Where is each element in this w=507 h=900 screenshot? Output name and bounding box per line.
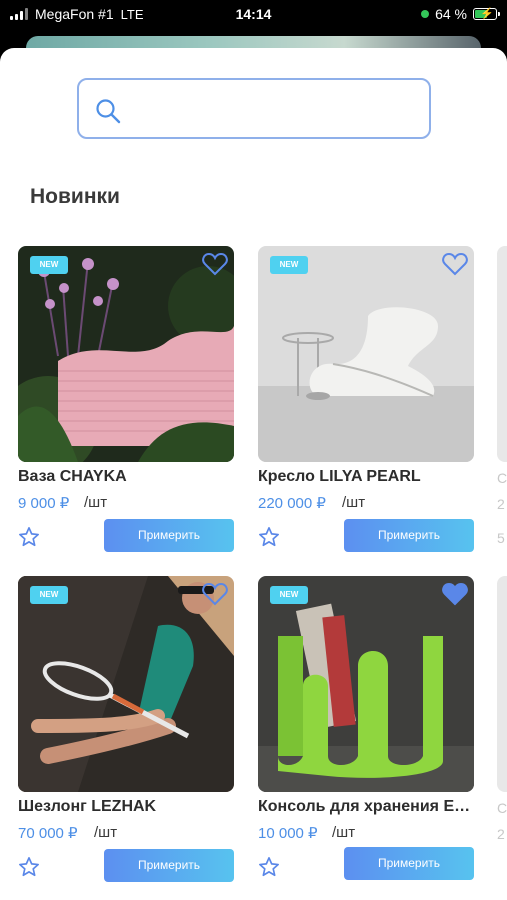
- star-icon[interactable]: [18, 856, 40, 878]
- status-right: 64 % ⚡: [421, 6, 500, 22]
- product-card[interactable]: NEW Шезлонг LEZHAK 70 000 ₽ /шт Примерит…: [18, 576, 234, 886]
- price-unit: /шт: [94, 824, 118, 841]
- chair-photo: [258, 246, 474, 462]
- product-image[interactable]: NEW: [258, 576, 474, 792]
- star-icon[interactable]: [258, 526, 280, 548]
- product-price: 220 000 ₽: [258, 495, 326, 512]
- product-image[interactable]: NEW: [18, 576, 234, 792]
- battery-percent: 64 %: [435, 6, 467, 22]
- location-dot-icon: [421, 10, 430, 18]
- product-image[interactable]: NEW: [18, 246, 234, 462]
- peek-name: С: [497, 800, 507, 816]
- search-icon: [96, 99, 121, 124]
- price-unit: /шт: [342, 494, 366, 511]
- console-photo: [258, 576, 474, 792]
- peek-extra: 5: [497, 530, 505, 546]
- battery-icon: ⚡: [473, 8, 500, 20]
- product-price: 10 000 ₽: [258, 825, 318, 842]
- next-card-peek[interactable]: [497, 246, 507, 462]
- new-badge: NEW: [30, 586, 68, 604]
- search-input[interactable]: [135, 90, 415, 130]
- status-bar: MegaFon #1 LTE 14:14 64 % ⚡: [0, 0, 507, 30]
- vase-photo: [18, 246, 234, 462]
- heart-icon[interactable]: [202, 252, 228, 276]
- try-on-button[interactable]: Примерить: [344, 519, 474, 552]
- next-card-peek[interactable]: [497, 576, 507, 792]
- peek-price: 2: [497, 826, 505, 842]
- lounger-photo: [18, 576, 234, 792]
- new-badge: NEW: [30, 256, 68, 274]
- try-on-button[interactable]: Примерить: [104, 519, 234, 552]
- product-name[interactable]: Ваза CHAYKA: [18, 468, 238, 486]
- product-card[interactable]: NEW Ваза CHAYKA 9 000 ₽ /шт Примерить: [18, 246, 234, 556]
- price-unit: /шт: [332, 824, 356, 841]
- product-name[interactable]: Шезлонг LEZHAK: [18, 798, 238, 816]
- star-icon[interactable]: [18, 526, 40, 548]
- new-badge: NEW: [270, 256, 308, 274]
- product-card[interactable]: NEW Кресло LILYA PEARL 220 000 ₽ /шт При…: [258, 246, 474, 556]
- star-icon[interactable]: [258, 856, 280, 878]
- heart-filled-icon[interactable]: [442, 582, 468, 606]
- product-name[interactable]: Кресло LILYA PEARL: [258, 468, 478, 486]
- new-badge: NEW: [270, 586, 308, 604]
- try-on-button[interactable]: Примерить: [104, 849, 234, 882]
- peek-price: 2: [497, 496, 505, 512]
- search-box[interactable]: [77, 78, 431, 139]
- section-title: Новинки: [30, 185, 120, 208]
- price-unit: /шт: [84, 494, 108, 511]
- charging-bolt-icon: ⚡: [480, 8, 494, 20]
- try-on-button[interactable]: Примерить: [344, 847, 474, 880]
- peek-name: С: [497, 470, 507, 486]
- heart-icon[interactable]: [442, 252, 468, 276]
- product-name[interactable]: Консоль для хранения EBUR...: [258, 798, 478, 816]
- bottom-sheet: Новинки NEW Ваза CHAYKA 9 000 ₽ /шт Прим…: [0, 48, 507, 900]
- product-image[interactable]: NEW: [258, 246, 474, 462]
- product-price: 70 000 ₽: [18, 825, 78, 842]
- product-price: 9 000 ₽: [18, 495, 70, 512]
- heart-icon[interactable]: [202, 582, 228, 606]
- product-card[interactable]: NEW Консоль для хранения EBUR... 10 000 …: [258, 576, 478, 886]
